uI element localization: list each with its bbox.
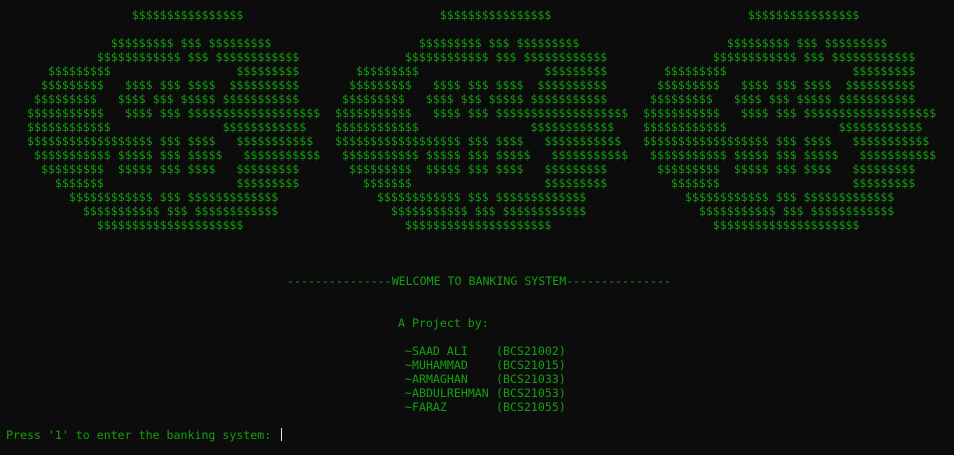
team-member-row: ~ABDULREHMAN (BCS21053): [405, 386, 566, 400]
member-name: ~ABDULREHMAN: [405, 386, 489, 400]
team-member-row: ~FARAZ (BCS21055): [405, 400, 566, 414]
text-cursor: [281, 428, 283, 441]
member-name: ~MUHAMMAD: [405, 358, 468, 372]
member-name: ~SAAD ALI: [405, 344, 468, 358]
team-member-row: ~ARMAGHAN (BCS21033): [405, 372, 566, 386]
member-id: (BCS21055): [496, 400, 566, 414]
ascii-art-emblem-left: $$$$$$$$$$$$$$$$ $$$$$$$$$ $$$ $$$$$$$$$…: [27, 8, 321, 232]
member-id: (BCS21002): [496, 344, 566, 358]
member-id: (BCS21015): [496, 358, 566, 372]
member-id: (BCS21053): [496, 386, 566, 400]
welcome-banner: ---------------WELCOME TO BANKING SYSTEM…: [287, 274, 671, 288]
team-member-row: ~SAAD ALI (BCS21002): [405, 344, 566, 358]
team-member-list: ~SAAD ALI (BCS21002) ~MUHAMMAD (BCS21015) …: [405, 344, 566, 414]
project-heading: A Project by:: [398, 316, 489, 330]
member-name: ~ARMAGHAN: [405, 372, 468, 386]
team-member-row: ~MUHAMMAD (BCS21015): [405, 358, 566, 372]
ascii-art-emblem-right: $$$$$$$$$$$$$$$$ $$$$$$$$$ $$$ $$$$$$$$$…: [643, 8, 937, 232]
prompt-text: Press '1' to enter the banking system:: [6, 428, 279, 442]
ascii-art-emblem-middle: $$$$$$$$$$$$$$$$ $$$$$$$$$ $$$ $$$$$$$$$…: [335, 8, 629, 232]
input-prompt[interactable]: Press '1' to enter the banking system:: [6, 428, 283, 442]
member-name: ~FARAZ: [405, 400, 447, 414]
console-window[interactable]: $$$$$$$$$$$$$$$$ $$$$$$$$$ $$$ $$$$$$$$$…: [0, 0, 954, 455]
member-id: (BCS21033): [496, 372, 566, 386]
